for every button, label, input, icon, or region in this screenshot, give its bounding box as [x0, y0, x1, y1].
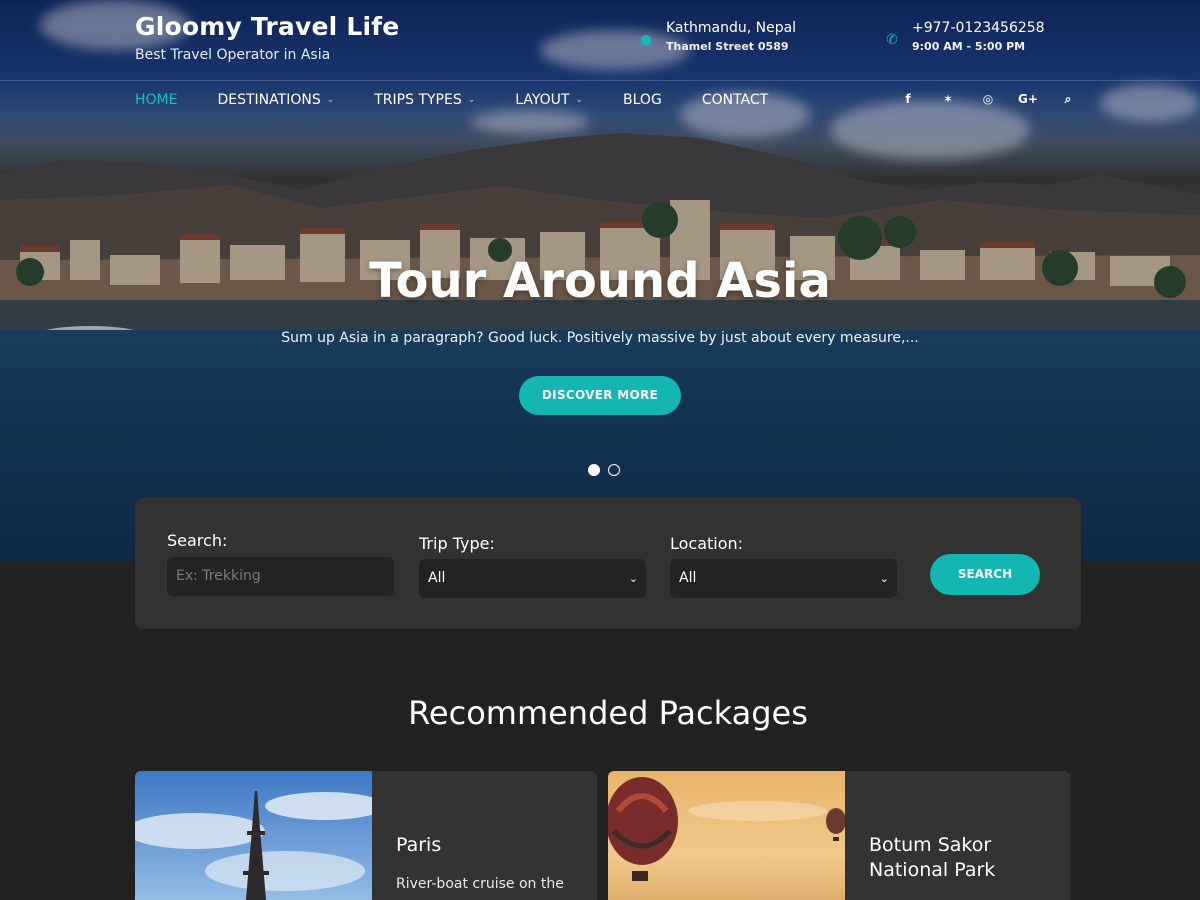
header-divider: [0, 80, 1200, 81]
location-text: Kathmandu, Nepal: [666, 20, 797, 36]
slider-dots: [588, 464, 620, 476]
phone-number[interactable]: +977-0123456258: [912, 20, 1045, 36]
nav-label: LAYOUT: [515, 92, 570, 108]
package-title[interactable]: Paris: [396, 833, 576, 858]
nav-label: HOME: [135, 92, 178, 108]
discover-more-button[interactable]: DISCOVER MORE: [519, 376, 681, 415]
nav-trips-types[interactable]: TRIPS TYPES ⌄: [374, 92, 495, 108]
package-description: River-boat cruise on the: [396, 876, 564, 892]
twitter-icon[interactable]: ✶: [928, 92, 968, 107]
location-value: All: [679, 570, 697, 586]
social-links: f ✶ ◎ G+ ⌕: [888, 92, 1088, 107]
chevron-down-icon: ⌄: [628, 572, 638, 585]
search-button[interactable]: SEARCH: [930, 554, 1040, 595]
chevron-down-icon: ⌄: [326, 95, 335, 105]
hero-subtitle: Sum up Asia in a paragraph? Good luck. P…: [281, 330, 919, 346]
nav-layout[interactable]: LAYOUT ⌄: [515, 92, 603, 108]
nav-contact[interactable]: CONTACT: [702, 92, 788, 108]
slide-dot-2[interactable]: [608, 464, 620, 476]
package-card[interactable]: Botum Sakor National Park: [608, 771, 1070, 900]
chevron-down-icon: ⌄: [467, 95, 476, 105]
package-card[interactable]: Paris River-boat cruise on the: [135, 771, 597, 900]
trip-search-panel: Search: Ex: Trekking Trip Type: All ⌄ Lo…: [135, 498, 1081, 629]
hero-title: Tour Around Asia: [369, 253, 831, 309]
nav-destinations[interactable]: DESTINATIONS ⌄: [217, 92, 354, 108]
address-text: Thamel Street 0589: [666, 40, 789, 53]
package-image-eiffel-tower[interactable]: [135, 771, 372, 900]
nav-label: CONTACT: [701, 92, 769, 108]
package-image-hot-air-balloons[interactable]: [608, 771, 845, 900]
map-pin-icon: ●: [639, 32, 653, 48]
nav-home[interactable]: HOME: [135, 92, 197, 108]
nav-label: BLOG: [623, 92, 662, 108]
search-label: Search:: [167, 531, 228, 550]
location-select[interactable]: All ⌄: [670, 559, 897, 598]
google-plus-icon[interactable]: G+: [1008, 92, 1048, 107]
location-label: Location:: [670, 534, 744, 553]
nav-label: DESTINATIONS: [217, 92, 321, 108]
site-title[interactable]: Gloomy Travel Life: [135, 12, 399, 41]
facebook-icon[interactable]: f: [888, 92, 928, 107]
slide-dot-1[interactable]: [588, 464, 600, 476]
phone-icon: ✆: [886, 32, 898, 48]
trip-type-label: Trip Type:: [419, 534, 495, 553]
search-input[interactable]: Ex: Trekking: [167, 557, 394, 596]
package-title[interactable]: Botum Sakor National Park: [869, 833, 1049, 883]
trip-type-value: All: [428, 570, 446, 586]
main-nav: HOME DESTINATIONS ⌄ TRIPS TYPES ⌄ LAYOUT ⌄ …: [135, 92, 808, 108]
chevron-down-icon: ⌄: [575, 95, 584, 105]
site-tagline: Best Travel Operator in Asia: [135, 47, 331, 63]
contact-location: ● Kathmandu, Nepal Thamel Street 0589: [638, 20, 796, 53]
chevron-down-icon: ⌄: [879, 572, 889, 585]
instagram-icon[interactable]: ◎: [968, 92, 1008, 107]
opening-hours: 9:00 AM - 5:00 PM: [912, 40, 1026, 53]
contact-phone: ✆ +977-0123456258 9:00 AM - 5:00 PM: [884, 20, 1045, 53]
nav-label: TRIPS TYPES: [374, 92, 462, 108]
hero-slider: Gloomy Travel Life Best Travel Operator …: [0, 0, 1200, 562]
search-icon[interactable]: ⌕: [1048, 92, 1088, 107]
section-title: Recommended Packages: [408, 694, 808, 732]
nav-blog[interactable]: BLOG: [623, 92, 682, 108]
trip-type-select[interactable]: All ⌄: [419, 559, 646, 598]
